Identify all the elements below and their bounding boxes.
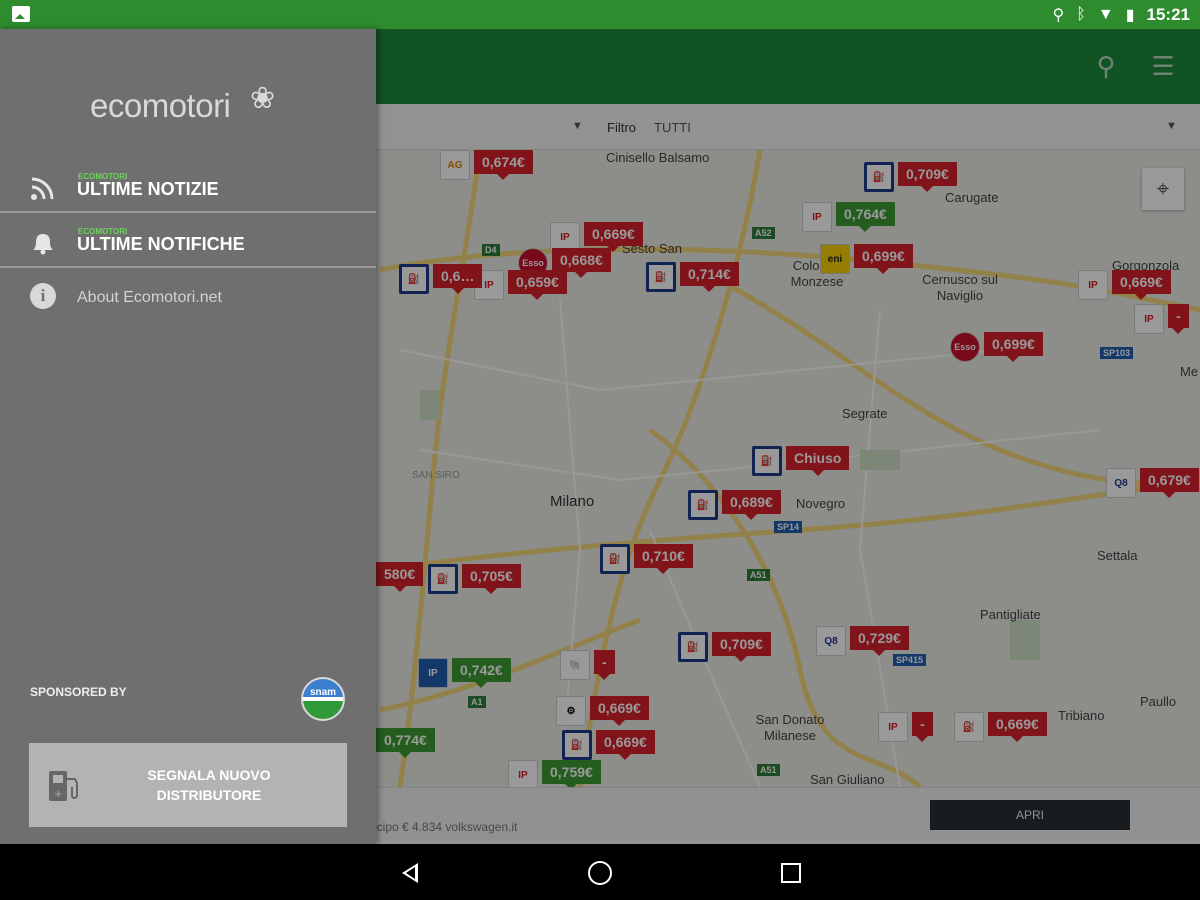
status-time: 15:21: [1146, 5, 1190, 24]
ecomotori-logo: ecomotori: [90, 87, 231, 124]
svg-text:+: +: [54, 789, 62, 800]
navigation-drawer: ecomotori ❀ ECOMOTORI ULTIME NOTIZIE ECO…: [0, 29, 376, 844]
status-icons: ⚲ ᛒ ▼ ▮ 15:21: [1053, 5, 1190, 25]
recent-apps-icon[interactable]: [781, 863, 801, 883]
wifi-icon: ▼: [1097, 6, 1114, 23]
status-bar: ⚲ ᛒ ▼ ▮ 15:21: [0, 0, 1200, 29]
nav-item-ultime-notifiche[interactable]: ECOMOTORI ULTIME NOTIFICHE: [0, 214, 376, 269]
info-icon: i: [30, 283, 60, 313]
home-icon[interactable]: [588, 861, 612, 885]
nav-item-label: ULTIME NOTIFICHE: [77, 234, 245, 254]
system-navigation-bar: [0, 844, 1200, 900]
nav-item-about[interactable]: i About Ecomotori.net: [0, 269, 376, 324]
nav-divider: [0, 266, 376, 268]
report-button-label: SEGNALA NUOVO DISTRIBUTORE: [147, 767, 271, 803]
nav-item-label: About Ecomotori.net: [77, 289, 222, 306]
nav-divider: [0, 211, 376, 213]
battery-icon: ▮: [1125, 7, 1135, 24]
rss-icon: [28, 173, 58, 203]
sponsored-by-label: SPONSORED BY: [30, 685, 127, 699]
snam-logo: snam: [301, 677, 345, 721]
fuel-pump-icon: +: [45, 765, 85, 805]
nav-item-label: ULTIME NOTIZIE: [77, 179, 219, 199]
butterfly-icon: ❀: [250, 82, 276, 115]
bluetooth-icon: ᛒ: [1076, 6, 1086, 23]
picture-icon: [12, 6, 30, 22]
location-icon: ⚲: [1052, 7, 1065, 24]
back-icon[interactable]: [398, 860, 424, 886]
screen: ⚲ ᛒ ▼ ▮ 15:21 ⚲ ☰ ▼ Filtro TUTTI ▼ Cinis…: [0, 0, 1200, 900]
nav-item-ultime-notizie[interactable]: ECOMOTORI ULTIME NOTIZIE: [0, 159, 376, 214]
report-new-station-button[interactable]: + SEGNALA NUOVO DISTRIBUTORE: [29, 743, 347, 827]
bell-icon: [28, 228, 58, 258]
